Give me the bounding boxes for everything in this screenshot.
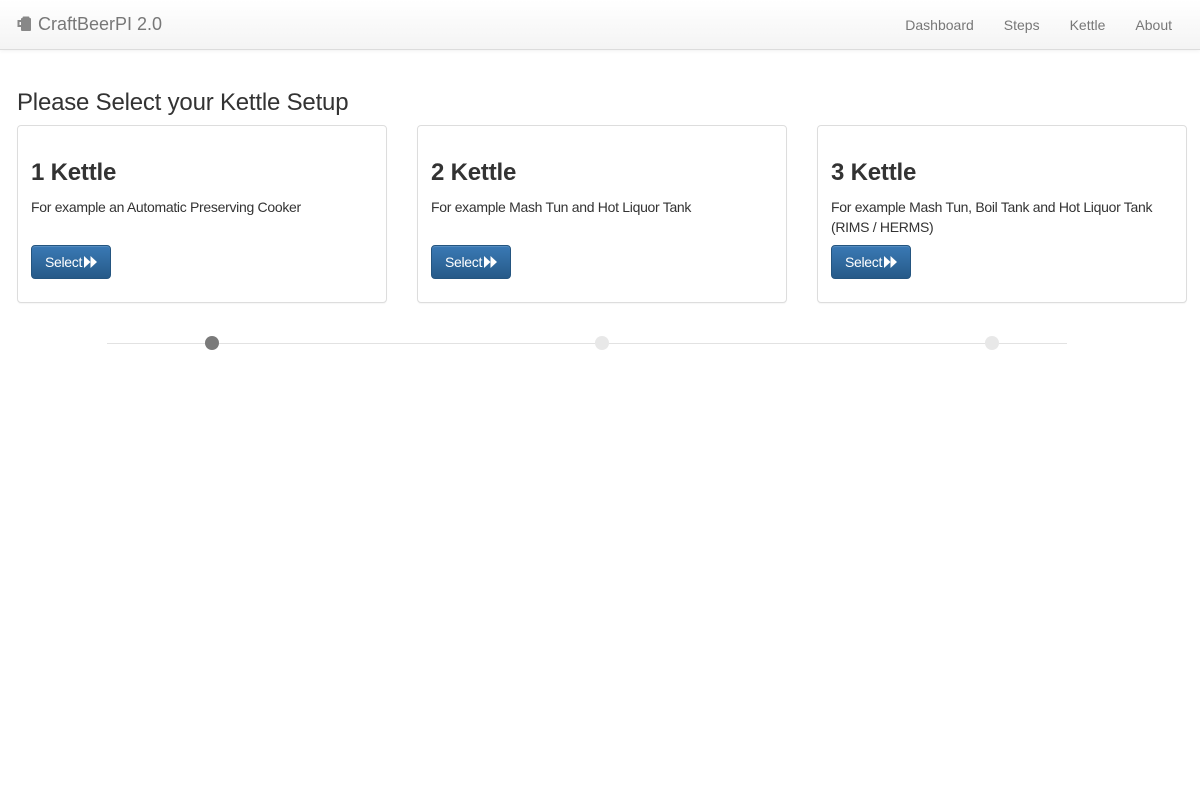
select-button[interactable]: Select — [31, 245, 111, 279]
fast-forward-icon — [484, 256, 498, 268]
select-button-label: Select — [844, 254, 883, 270]
kettle-option-card: 1 Kettle For example an Automatic Preser… — [17, 125, 387, 303]
card-description: For example an Automatic Preserving Cook… — [31, 199, 301, 215]
card-description: For example Mash Tun and Hot Liquor Tank — [431, 199, 692, 215]
select-button-label: Select — [444, 254, 483, 270]
select-button-label: Select — [44, 254, 83, 270]
fast-forward-icon — [84, 256, 98, 268]
kettle-option-card: 3 Kettle For example Mash Tun, Boil Tank… — [817, 125, 1187, 303]
nav-item-steps[interactable]: Steps — [1004, 0, 1040, 50]
page-title: Please Select your Kettle Setup — [17, 89, 349, 116]
wizard-step-dot — [595, 336, 609, 350]
select-button[interactable]: Select — [431, 245, 511, 279]
brand-label: CraftBeerPI 2.0 — [38, 13, 163, 34]
brand-link[interactable]: CraftBeerPI 2.0 — [17, 13, 162, 35]
kettle-option-card: 2 Kettle For example Mash Tun and Hot Li… — [417, 125, 787, 303]
wizard-progress-line — [107, 343, 1067, 344]
select-button[interactable]: Select — [831, 245, 911, 279]
nav-menu: Dashboard Steps Kettle About — [905, 0, 1172, 50]
card-title: 2 Kettle — [431, 159, 517, 186]
card-description: For example Mash Tun, Boil Tank and Hot … — [831, 199, 1153, 235]
wizard-step-dot — [985, 336, 999, 350]
nav-item-dashboard[interactable]: Dashboard — [905, 0, 974, 50]
nav-item-about[interactable]: About — [1135, 0, 1172, 50]
beer-mug-icon — [17, 16, 31, 31]
wizard-step-dot-active — [205, 336, 219, 350]
nav-item-kettle[interactable]: Kettle — [1070, 0, 1106, 50]
card-title: 3 Kettle — [831, 159, 917, 186]
fast-forward-icon — [884, 256, 898, 268]
card-title: 1 Kettle — [31, 159, 117, 186]
top-navbar: CraftBeerPI 2.0 Dashboard Steps Kettle A… — [0, 0, 1200, 50]
